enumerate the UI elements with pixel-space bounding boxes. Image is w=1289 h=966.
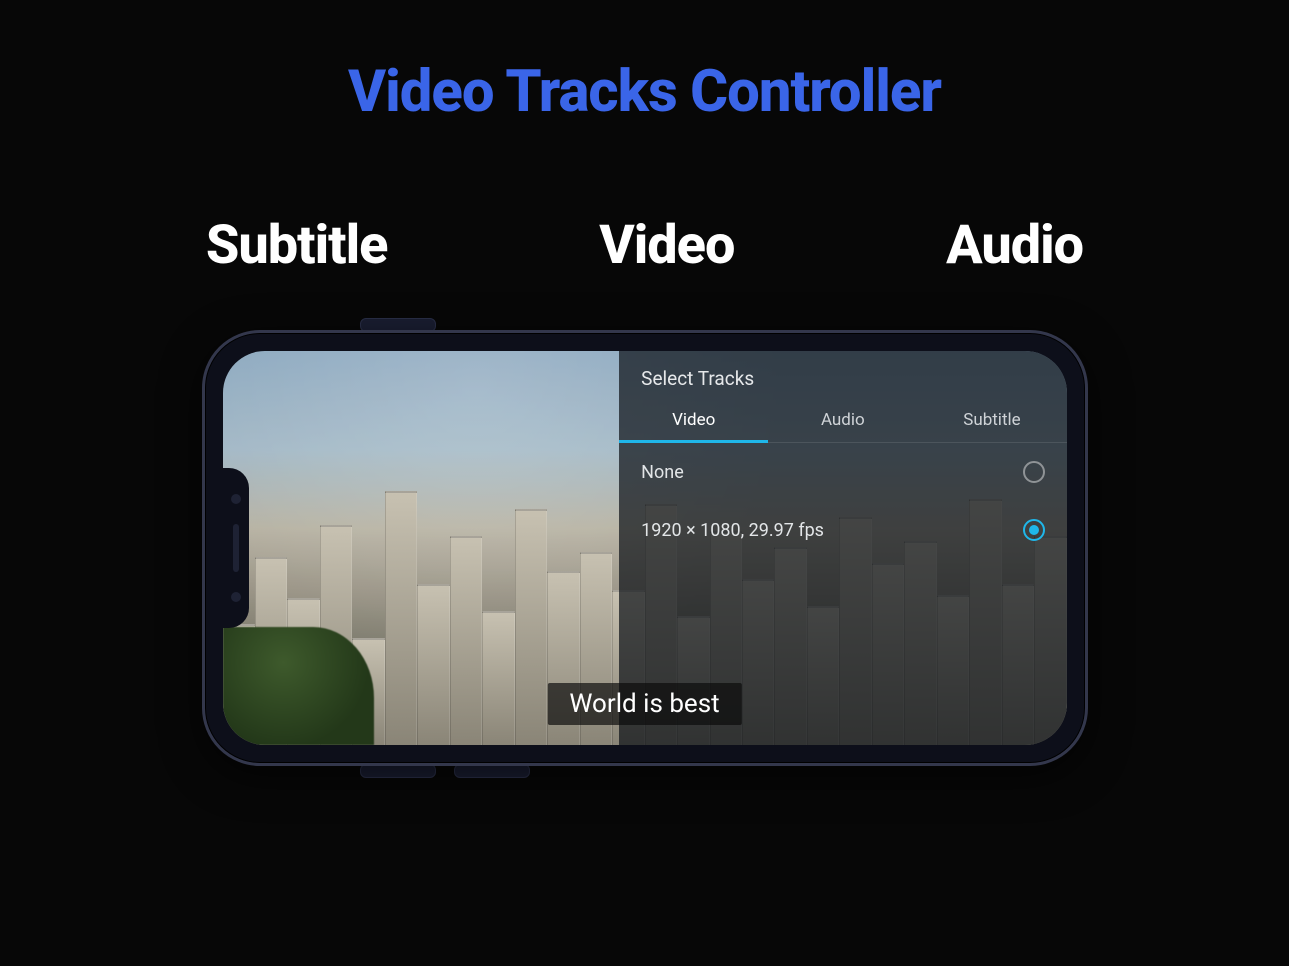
radio-unchecked-icon[interactable] — [1023, 461, 1045, 483]
heading-video: Video — [599, 214, 734, 277]
phone-mockup: Select Tracks Video Audio Subtitle None … — [202, 330, 1088, 766]
speaker-icon — [233, 524, 239, 572]
subtitle-overlay: World is best — [547, 683, 741, 725]
track-option-1080p[interactable]: 1920 × 1080, 29.97 fps — [641, 501, 1044, 559]
tab-subtitle[interactable]: Subtitle — [917, 400, 1066, 442]
page-title: Video Tracks Controller — [0, 0, 1289, 126]
panel-title: Select Tracks — [641, 367, 1044, 390]
track-option-none[interactable]: None — [641, 443, 1044, 501]
phone-screen: Select Tracks Video Audio Subtitle None … — [223, 351, 1067, 745]
tab-audio[interactable]: Audio — [768, 400, 917, 442]
foreground-greenery — [223, 627, 375, 745]
phone-side-button — [454, 764, 530, 778]
phone-frame: Select Tracks Video Audio Subtitle None … — [202, 330, 1088, 766]
phone-side-button — [360, 764, 436, 778]
heading-audio: Audio — [946, 214, 1083, 277]
tab-video[interactable]: Video — [619, 400, 768, 442]
camera-icon — [231, 494, 241, 504]
tracks-tab-bar: Video Audio Subtitle — [619, 400, 1066, 443]
phone-notch — [223, 468, 249, 628]
track-option-label: 1920 × 1080, 29.97 fps — [641, 520, 824, 541]
heading-subtitle: Subtitle — [206, 214, 388, 277]
radio-checked-icon[interactable] — [1023, 519, 1045, 541]
sensor-icon — [231, 592, 241, 602]
headings-row: Subtitle Video Audio — [0, 214, 1289, 277]
track-option-label: None — [641, 462, 684, 483]
